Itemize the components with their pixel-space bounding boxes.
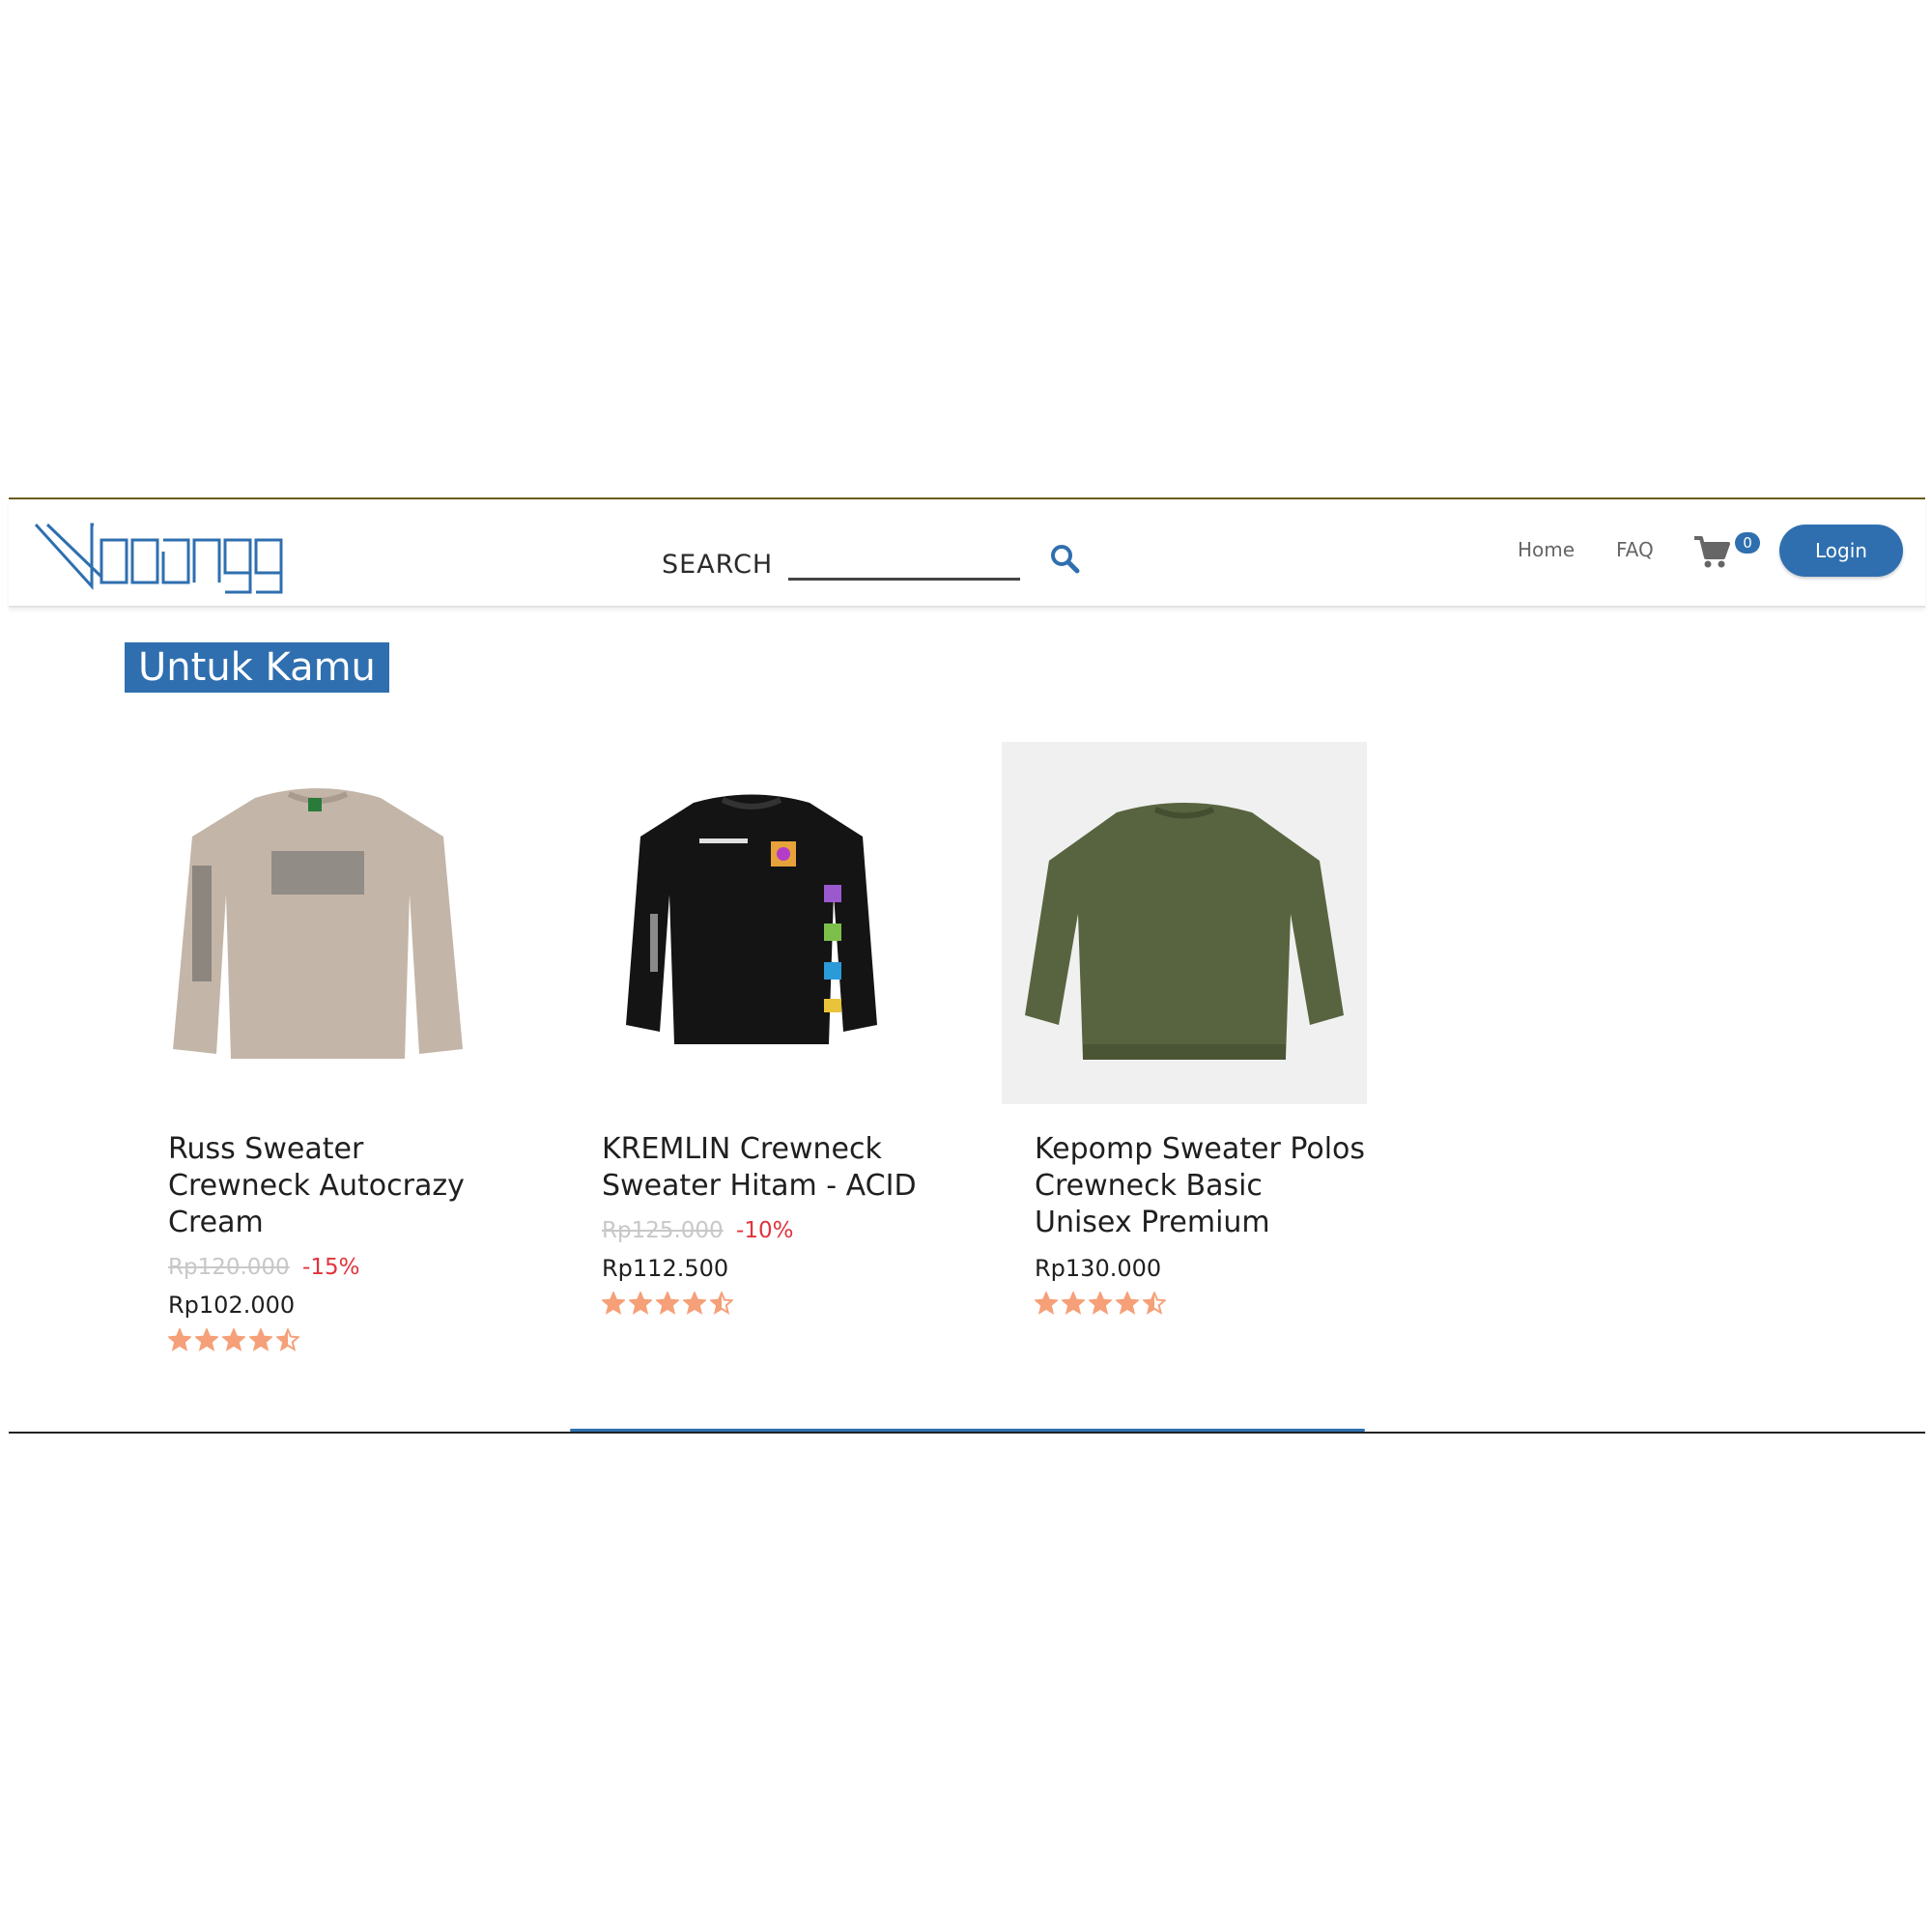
section-title: Untuk Kamu <box>125 642 389 693</box>
product-card[interactable]: KREMLIN Crewneck Sweater Hitam - ACID Rp… <box>569 742 934 1315</box>
sweater-image <box>1025 802 1344 1060</box>
product-price: Rp112.500 <box>602 1255 729 1282</box>
original-price: Rp125.000 <box>602 1218 724 1243</box>
product-image[interactable] <box>135 742 500 1104</box>
star-icon <box>710 1292 733 1315</box>
star-icon <box>1035 1292 1058 1315</box>
star-icon <box>1062 1292 1085 1315</box>
cart-button[interactable]: 0 <box>1692 526 1760 575</box>
login-button[interactable]: Login <box>1779 525 1903 577</box>
product-card[interactable]: Russ Sweater Crewneck Autocrazy Cream Rp… <box>135 742 500 1351</box>
brand-logo[interactable] <box>34 519 304 596</box>
star-icon <box>602 1292 625 1315</box>
cart-icon <box>1694 536 1730 568</box>
star-icon <box>1116 1292 1139 1315</box>
sweater-image <box>626 794 877 1044</box>
search-label: SEARCH <box>662 550 774 580</box>
product-price: Rp102.000 <box>168 1292 296 1319</box>
price-old-row: Rp125.000 -10% <box>602 1218 934 1247</box>
star-icon <box>629 1292 652 1315</box>
search-icon[interactable] <box>1048 542 1081 575</box>
search-input[interactable] <box>788 548 1021 581</box>
frame-bottom-border <box>9 1432 1925 1434</box>
search-bar: SEARCH <box>662 536 1080 581</box>
discount-badge: -15% <box>302 1255 360 1280</box>
discount-badge: -10% <box>736 1218 794 1243</box>
product-name[interactable]: Russ Sweater Crewneck Autocrazy Cream <box>168 1131 500 1241</box>
star-icon <box>683 1292 706 1315</box>
rating-stars <box>1035 1292 1367 1315</box>
product-card[interactable]: Kepomp Sweater Polos Crewneck Basic Unis… <box>1002 742 1367 1315</box>
product-image[interactable] <box>1002 742 1367 1104</box>
rating-stars <box>602 1292 934 1315</box>
star-icon <box>656 1292 679 1315</box>
navbar: SEARCH Home FAQ 0 Login <box>9 499 1925 608</box>
star-icon <box>276 1328 299 1351</box>
rating-stars <box>168 1328 500 1351</box>
star-icon <box>222 1328 245 1351</box>
nav-faq-link[interactable]: FAQ <box>1616 538 1654 561</box>
star-icon <box>168 1328 191 1351</box>
product-name[interactable]: Kepomp Sweater Polos Crewneck Basic Unis… <box>1035 1131 1367 1241</box>
star-icon <box>195 1328 218 1351</box>
original-price: Rp120.000 <box>168 1255 290 1280</box>
nav-home-link[interactable]: Home <box>1518 538 1575 561</box>
price-old-row: Rp120.000 -15% <box>168 1255 500 1284</box>
product-image[interactable] <box>569 742 934 1104</box>
sweater-image <box>173 787 463 1059</box>
product-price: Rp130.000 <box>1035 1255 1162 1282</box>
cart-count-badge: 0 <box>1735 532 1760 554</box>
star-icon <box>1089 1292 1112 1315</box>
star-icon <box>1143 1292 1166 1315</box>
product-name[interactable]: KREMLIN Crewneck Sweater Hitam - ACID <box>602 1131 934 1205</box>
star-icon <box>249 1328 272 1351</box>
